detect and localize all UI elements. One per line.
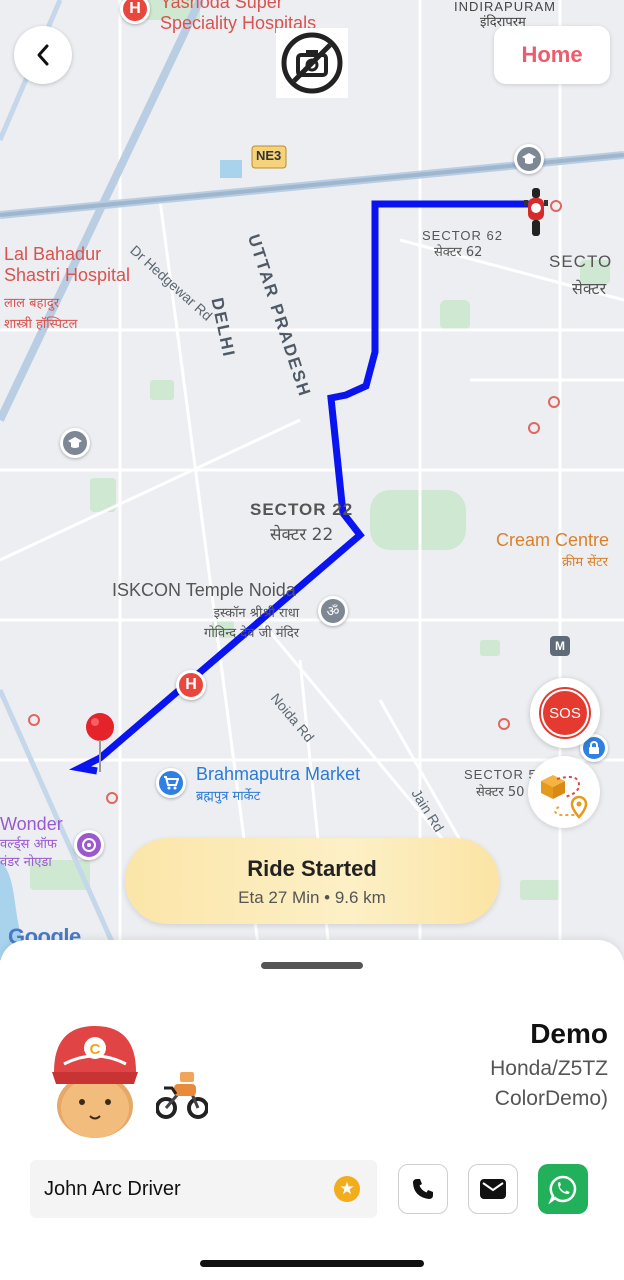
transit-marker-icon [106, 792, 118, 804]
poi-brahmaputra[interactable]: Brahmaputra Market [196, 764, 360, 785]
phone-icon [413, 1179, 433, 1199]
hospital-marker-letter: H [129, 0, 141, 17]
driver-avatar: C [52, 1026, 138, 1138]
hospital-marker-letter: H [185, 676, 197, 693]
sheet-drag-handle[interactable] [261, 962, 363, 969]
temple-marker-icon[interactable]: ॐ [318, 596, 348, 626]
sector-62-label: SECTOR 62 [422, 228, 504, 243]
vehicle-model-line2: ColorDemo) [494, 1087, 608, 1110]
transit-marker-icon [548, 396, 560, 408]
star-icon: ★ [334, 1176, 360, 1202]
call-driver-button[interactable] [398, 1164, 448, 1214]
transit-marker-icon [550, 200, 562, 212]
driver-bike-map-icon [524, 188, 548, 236]
parcel-route-icon [541, 775, 588, 819]
sector-22-hindi: सेक्टर 22 [270, 525, 334, 545]
ride-status-banner: Ride Started Eta 27 Min • 9.6 km [125, 838, 499, 924]
vehicle-model: Honda/Z5TZ ColorDemo) [408, 1054, 608, 1114]
map-view[interactable]: NE3 Yashoda Super Speciality Hospitals I… [0, 0, 624, 960]
destination-pin-icon [86, 713, 114, 772]
market-marker-icon[interactable] [156, 768, 186, 798]
poi-wonder-hindi: वर्ल्ड्स ऑफ वंडर नोएडा [0, 837, 57, 871]
ride-status-title: Ride Started [247, 856, 377, 881]
ne3-shield-label: NE3 [256, 148, 282, 163]
cart-icon [164, 776, 179, 790]
chevron-left-icon [37, 44, 49, 66]
school-marker-icon[interactable] [60, 428, 90, 458]
sector-right-label: SECTO [549, 252, 613, 271]
amusement-marker-icon[interactable] [74, 830, 104, 860]
transit-marker-icon [498, 718, 510, 730]
lock-icon [589, 741, 599, 754]
metro-letter: M [555, 639, 565, 653]
hospital-marker[interactable]: H [176, 670, 206, 700]
whatsapp-icon [548, 1175, 577, 1204]
poi-lal-bahadur-hindi: लाल बहादुर शास्त्री हॉस्पिटल [4, 296, 78, 332]
graduation-cap-icon [522, 153, 536, 164]
camera-disabled-button[interactable] [276, 28, 348, 98]
school-marker-icon[interactable] [514, 144, 544, 174]
sector-right-hindi: सेक्टर [572, 279, 607, 298]
no-camera-icon [281, 32, 343, 94]
om-icon: ॐ [326, 603, 340, 620]
poi-wonder[interactable]: Wonder [0, 814, 63, 835]
vehicle-model-line1: Honda/Z5TZ [490, 1057, 608, 1080]
driver-info[interactable]: John Arc Driver ★ [30, 1160, 377, 1218]
metro-station-icon[interactable]: M [550, 636, 570, 656]
sector-22-label: SECTOR 22 [250, 500, 354, 519]
whatsapp-driver-button[interactable] [538, 1164, 588, 1214]
driver-name: John Arc Driver [44, 1178, 181, 1200]
transit-marker-icon [528, 422, 540, 434]
poi-lal-bahadur: Lal Bahadur Shastri Hospital [4, 244, 131, 285]
sector-50-hindi: सेक्टर 50 [476, 785, 525, 800]
poi-brahmaputra-hindi: ब्रह्मपुत्र मार्केट [196, 789, 261, 804]
poi-iskcon[interactable]: ISKCON Temple Noida [112, 580, 296, 601]
transit-marker-icon [28, 714, 40, 726]
graduation-cap-icon [68, 437, 82, 448]
sos-button[interactable]: SOS [530, 678, 600, 748]
ride-eta: Eta 27 Min • 9.6 km [238, 888, 386, 907]
vehicle-image [156, 1072, 208, 1119]
sector-62-hindi: सेक्टर 62 [434, 245, 483, 260]
sector-50-label: SECTOR 5 [464, 767, 537, 782]
home-button[interactable]: Home [494, 26, 610, 84]
svg-text:C: C [90, 1041, 101, 1058]
mail-icon [480, 1179, 506, 1199]
track-route-button[interactable] [528, 756, 600, 828]
message-driver-button[interactable] [468, 1164, 518, 1214]
poi-cream-centre-hindi: क्रीम सेंटर [562, 555, 608, 570]
sos-label: SOS [541, 689, 589, 737]
home-indicator[interactable] [200, 1260, 424, 1267]
area-indirapuram: INDIRAPURAM [454, 0, 557, 14]
ferris-wheel-icon [82, 838, 96, 852]
poi-cream-centre[interactable]: Cream Centre [496, 530, 609, 551]
vehicle-name: Demo [530, 1018, 608, 1049]
poi-iskcon-hindi: इस्कॉन श्रीश्री राधा गोविन्द देव जी मंदि… [204, 606, 300, 641]
back-button[interactable] [14, 26, 72, 84]
ride-details-sheet: C Demo Honda/Z5TZ ColorDemo) John Arc Dr… [0, 940, 624, 1280]
